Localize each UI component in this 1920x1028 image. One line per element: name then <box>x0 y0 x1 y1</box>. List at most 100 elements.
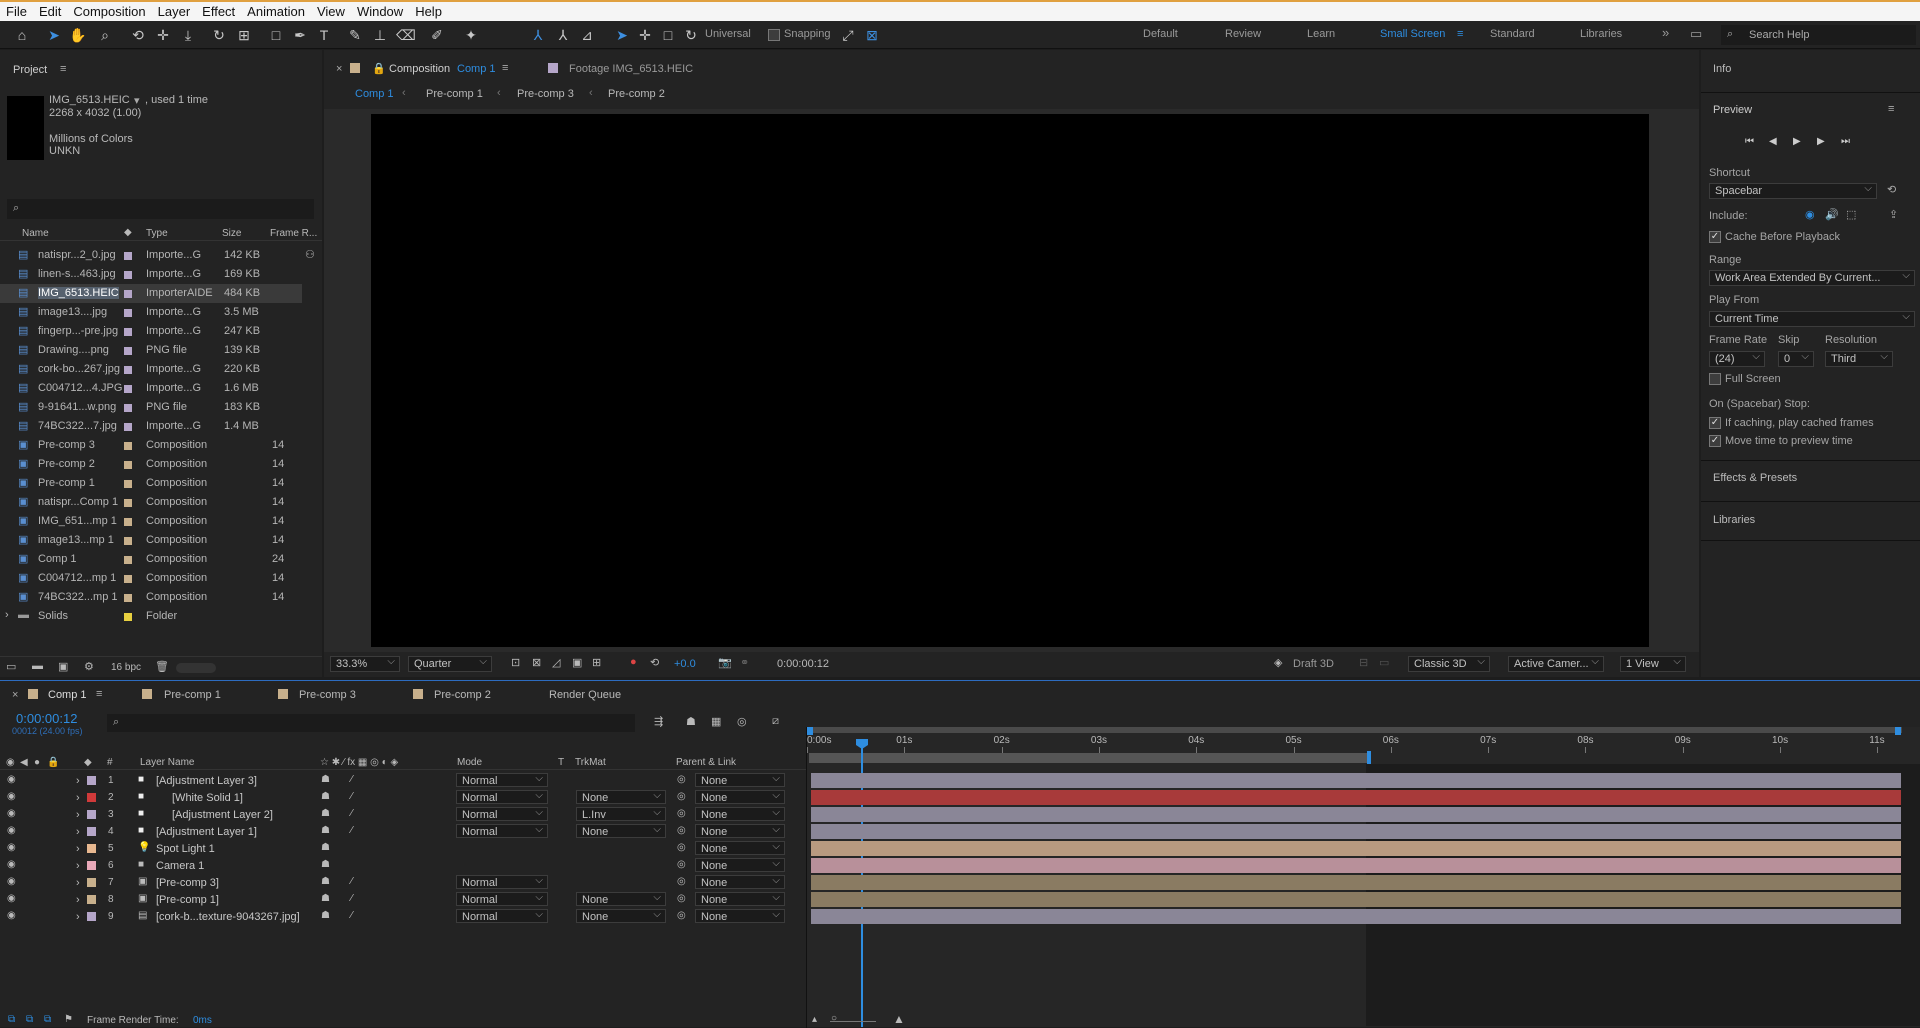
layer-parent-dropdown[interactable]: None <box>695 789 785 804</box>
label-tag-icon[interactable]: ◆ <box>84 757 92 768</box>
play-icon[interactable]: ▶ <box>1793 136 1801 147</box>
project-item[interactable]: ▤ natispr...2_0.jpg Importe...G 142 KB ⚇ <box>0 246 315 265</box>
layer-duration-bar[interactable] <box>811 841 1901 856</box>
shy-switch-icon[interactable]: ☗ <box>321 825 330 836</box>
settings-icon[interactable]: ⚙ <box>84 660 94 673</box>
rotate-tool-icon[interactable]: ↻ <box>210 26 228 44</box>
layer-row[interactable]: ◉ › 9 ▤ [cork-b...texture-9043267.jpg] ☗ ⁄ Norm… <box>0 908 1920 925</box>
type-tool-icon[interactable]: T <box>315 26 333 44</box>
solo-icon[interactable]: ● <box>34 757 40 768</box>
layer-parent-dropdown[interactable]: None <box>695 840 785 855</box>
puppet-tool-icon[interactable]: ✦ <box>462 26 480 44</box>
libraries-header[interactable]: Libraries <box>1713 514 1755 526</box>
label-swatch[interactable] <box>124 518 132 526</box>
crumb-pre-comp-3[interactable]: Pre-comp 3 <box>517 88 574 100</box>
quality-switch-icon[interactable]: ⁄ <box>351 774 353 785</box>
chevron-right-icon[interactable]: › <box>76 894 80 906</box>
shy-switch-icon[interactable]: ☗ <box>321 791 330 802</box>
info-panel-header[interactable]: Info <box>1713 63 1731 75</box>
chevron-right-icon[interactable]: › <box>5 609 9 621</box>
quality-switch-icon[interactable]: ⁄ <box>351 910 353 921</box>
layer-label-swatch[interactable] <box>87 912 96 921</box>
layer-label-swatch[interactable] <box>87 878 96 887</box>
tab-comp-1[interactable]: Comp 1 <box>48 689 87 701</box>
layer-duration-bar[interactable] <box>811 875 1901 890</box>
view-axis-icon[interactable]: ⊿ <box>578 26 596 44</box>
shy-switch-icon[interactable]: ☗ <box>321 808 330 819</box>
mask-visibility-icon[interactable]: ◿ <box>552 656 560 669</box>
shy-switch-icon[interactable]: ☗ <box>321 893 330 904</box>
label-swatch[interactable] <box>124 575 132 583</box>
col-type[interactable]: Type <box>146 228 168 239</box>
interpret-footage-icon[interactable]: ▭ <box>6 660 16 673</box>
layer-mode-dropdown[interactable]: Normal <box>456 789 548 804</box>
zoom-slider-handle[interactable]: ○ <box>831 1013 837 1024</box>
chevron-down-icon[interactable]: ▾ <box>134 94 140 107</box>
workspace-learn[interactable]: Learn <box>1307 28 1335 40</box>
chevron-right-icon[interactable]: › <box>76 792 80 804</box>
layer-mode-dropdown[interactable]: Normal <box>456 874 548 889</box>
layer-label-swatch[interactable] <box>87 827 96 836</box>
pick-whip-icon[interactable]: ◎ <box>677 859 686 870</box>
comp-menu-icon[interactable]: ≡ <box>502 62 508 74</box>
layer-parent-dropdown[interactable]: None <box>695 823 785 838</box>
transfer-controls-icon[interactable]: ⧉ <box>26 1014 33 1025</box>
layer-duration-bar[interactable] <box>811 909 1901 924</box>
pick-whip-icon[interactable]: ◎ <box>677 893 686 904</box>
pick-whip-icon[interactable]: ◎ <box>677 910 686 921</box>
layer-switches-icon[interactable]: ⧉ <box>8 1014 15 1025</box>
layer-row[interactable]: ◉ › 4 ■ [Adjustment Layer 1] ☗ ⁄ Normal None ◎ Non… <box>0 823 1920 840</box>
layer-row[interactable]: ◉ › 6 ■ Camera 1 ☗ ◎ None <box>0 857 1920 874</box>
workspace-menu-icon[interactable]: ≡ <box>1457 28 1463 40</box>
chevron-right-icon[interactable]: › <box>76 860 80 872</box>
export-icon[interactable]: ⇪ <box>1889 208 1898 221</box>
scale-gizmo-icon[interactable]: □ <box>659 26 677 44</box>
project-item[interactable]: ▣ Pre-comp 3 Composition 14 <box>0 436 302 455</box>
layer-duration-bar[interactable] <box>811 807 1901 822</box>
roto-brush-icon[interactable]: ✐ <box>428 26 446 44</box>
time-ruler[interactable]: 0:00s 01s 02s 03s 04s 05s 06s 07s 08s 09s 10s 11s <box>807 735 1920 753</box>
project-item[interactable]: ▤ cork-bo...267.jpg Importe...G 220 KB <box>0 360 302 379</box>
layer-trkmat-dropdown[interactable]: None <box>576 908 666 923</box>
col-parent[interactable]: Parent & Link <box>676 757 736 768</box>
shy-switch-icon[interactable]: ☗ <box>321 842 330 853</box>
layer-trkmat-dropdown[interactable]: L.Inv <box>576 806 666 821</box>
layer-name[interactable]: [cork-b...texture-9043267.jpg] <box>156 911 300 923</box>
layer-trkmat-dropdown[interactable]: None <box>576 789 666 804</box>
rectangle-tool-icon[interactable]: □ <box>267 26 285 44</box>
label-swatch[interactable] <box>124 537 132 545</box>
effects-presets-header[interactable]: Effects & Presets <box>1713 472 1797 484</box>
crumb-pre-comp-2[interactable]: Pre-comp 2 <box>608 88 665 100</box>
col-trkmat[interactable]: TrkMat <box>575 757 606 768</box>
transparency-grid-icon[interactable]: ⊠ <box>532 656 541 669</box>
layer-trkmat-dropdown[interactable]: None <box>576 823 666 838</box>
layer-row[interactable]: ◉ › 2 ■ [White Solid 1] ☗ ⁄ Normal None ◎ None <box>0 789 1920 806</box>
project-item[interactable]: ▣ image13...mp 1 Composition 14 <box>0 531 302 550</box>
layer-name[interactable]: [Pre-comp 3] <box>156 877 219 889</box>
layer-trkmat-dropdown[interactable]: None <box>576 891 666 906</box>
more-workspaces-icon[interactable]: » <box>1662 25 1669 40</box>
video-icon[interactable]: ◉ <box>1805 208 1815 221</box>
layer-name[interactable]: Spot Light 1 <box>156 843 215 855</box>
new-comp-icon[interactable]: ▣ <box>58 660 68 673</box>
close-tab-icon[interactable]: × <box>336 63 342 75</box>
layer-name[interactable]: [Pre-comp 1] <box>156 894 219 906</box>
menu-composition[interactable]: Composition <box>67 2 151 21</box>
quality-switch-icon[interactable]: ⁄ <box>351 791 353 802</box>
audio-icon[interactable]: 🔊 <box>1825 208 1839 221</box>
draft-3d-icon[interactable]: ◈ <box>1274 656 1282 669</box>
move-gizmo-icon[interactable]: ✛ <box>636 26 654 44</box>
renderer-dropdown[interactable]: Classic 3D <box>1408 655 1490 672</box>
chevron-right-icon[interactable]: › <box>76 877 80 889</box>
layer-parent-dropdown[interactable]: None <box>695 891 785 906</box>
preview-menu-icon[interactable]: ≡ <box>1888 103 1894 115</box>
layer-name[interactable]: [Adjustment Layer 1] <box>156 826 257 838</box>
chevron-right-icon[interactable]: › <box>76 775 80 787</box>
shy-switch-icon[interactable]: ☗ <box>321 876 330 887</box>
zoom-out-icon[interactable]: ▴ <box>812 1014 817 1025</box>
new-folder-icon[interactable]: ▬ <box>32 660 43 672</box>
move-time-checkbox[interactable]: ✓ <box>1709 435 1721 447</box>
layer-label-swatch[interactable] <box>87 861 96 870</box>
in-out-icon[interactable]: ⧉ <box>44 1014 51 1025</box>
crumb-comp-1[interactable]: Comp 1 <box>355 88 394 100</box>
